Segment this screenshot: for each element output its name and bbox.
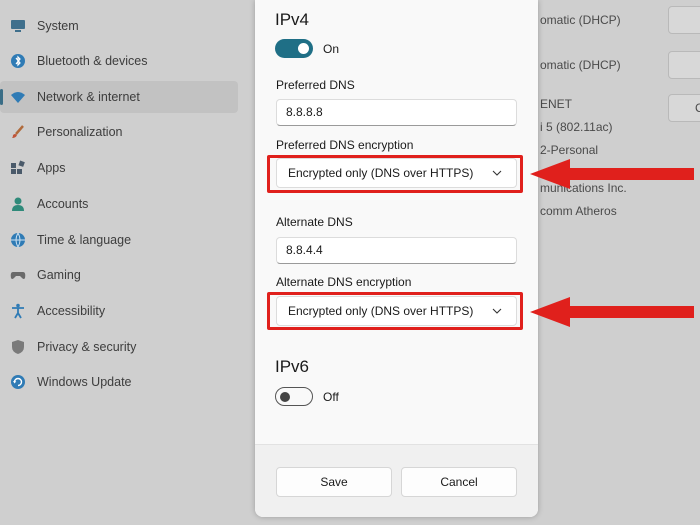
ipv4-toggle[interactable] — [275, 39, 313, 58]
toggle-knob — [280, 392, 290, 402]
sidebar-item-label: Apps — [37, 161, 66, 175]
sidebar-item-accessibility[interactable]: Accessibility — [0, 295, 238, 327]
dns-settings-dialog: IPv4 On Preferred DNS 8.8.8.8 Preferred … — [255, 0, 538, 517]
sidebar-item-label: Privacy & security — [37, 340, 137, 354]
background-text: omatic (DHCP) — [540, 58, 621, 72]
save-button[interactable]: Save — [276, 467, 392, 497]
background-text: omatic (DHCP) — [540, 13, 621, 27]
alternate-dns-input[interactable]: 8.8.4.4 — [276, 237, 517, 264]
ipv4-title: IPv4 — [275, 10, 310, 29]
sidebar-item-system[interactable]: System — [0, 10, 238, 42]
wifi-icon — [11, 92, 25, 103]
sidebar-item-windows-update[interactable]: Windows Update — [0, 366, 238, 398]
annotation-arrow-icon — [530, 159, 694, 189]
sidebar-item-label: Bluetooth & devices — [37, 54, 148, 68]
background-edit-button — [668, 6, 700, 34]
ipv6-title: IPv6 — [275, 357, 310, 376]
annotation-highlight-box — [267, 155, 523, 193]
cancel-button[interactable]: Cancel — [401, 467, 517, 497]
sidebar-item-privacy-security[interactable]: Privacy & security — [0, 331, 238, 363]
annotation-highlight-box — [267, 292, 523, 330]
sidebar-item-personalization[interactable]: Personalization — [0, 116, 238, 148]
dialog-footer: Save Cancel — [255, 444, 538, 517]
alternate-dns-encryption-label: Alternate DNS encryption — [276, 275, 412, 289]
sidebar-item-label: Windows Update — [37, 375, 132, 389]
globe-clock-icon — [11, 232, 25, 248]
monitor-icon — [11, 20, 25, 32]
sidebar-item-label: Gaming — [37, 268, 81, 282]
apps-icon — [11, 160, 25, 174]
accessibility-icon — [12, 303, 24, 319]
ipv4-toggle-state: On — [323, 42, 340, 56]
update-icon — [11, 375, 25, 389]
sidebar-item-label: Personalization — [37, 125, 123, 139]
gamepad-icon — [10, 272, 26, 279]
preferred-dns-label: Preferred DNS — [276, 78, 355, 92]
brush-icon — [12, 125, 24, 138]
preferred-dns-input[interactable]: 8.8.8.8 — [276, 99, 517, 126]
sidebar-item-gaming[interactable]: Gaming — [0, 259, 238, 291]
shield-icon — [12, 340, 24, 354]
sidebar-item-label: Network & internet — [37, 90, 140, 104]
toggle-knob — [298, 43, 309, 54]
annotation-arrow-icon — [530, 297, 694, 327]
sidebar-item-label: Time & language — [37, 233, 132, 247]
background-text: i 5 (802.11ac) — [540, 120, 613, 134]
settings-sidebar: System Bluetooth & devices Network & int… — [0, 0, 255, 525]
sidebar-item-apps[interactable]: Apps — [0, 152, 238, 184]
person-icon — [12, 197, 24, 211]
sidebar-item-label: Accessibility — [37, 304, 106, 318]
bluetooth-icon — [11, 54, 25, 68]
sidebar-item-bluetooth[interactable]: Bluetooth & devices — [0, 45, 238, 77]
background-text: comm Atheros — [540, 204, 617, 218]
ipv6-toggle-state: Off — [323, 390, 339, 404]
sidebar-item-accounts[interactable]: Accounts — [0, 188, 238, 220]
preferred-dns-encryption-label: Preferred DNS encryption — [276, 138, 414, 152]
background-text: 2-Personal — [540, 143, 599, 157]
background-copy-button: C — [668, 94, 700, 122]
background-edit-button — [668, 51, 700, 79]
sidebar-item-label: Accounts — [37, 197, 89, 211]
ipv6-toggle[interactable] — [275, 387, 313, 406]
sidebar-item-label: System — [37, 19, 79, 33]
alternate-dns-label: Alternate DNS — [276, 215, 353, 229]
sidebar-item-time-language[interactable]: Time & language — [0, 224, 238, 256]
background-text: ENET — [540, 97, 573, 111]
sidebar-item-network[interactable]: Network & internet — [0, 81, 238, 113]
